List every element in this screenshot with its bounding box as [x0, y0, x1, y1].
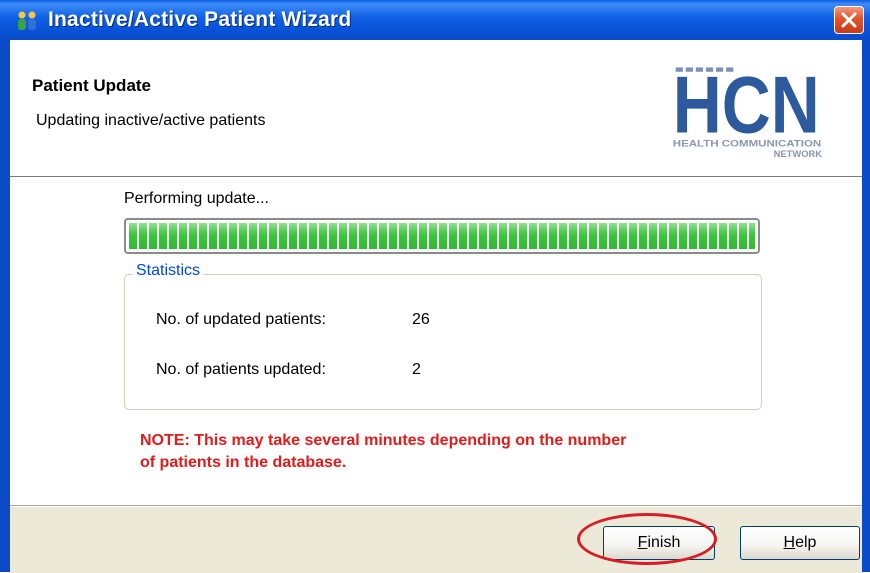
- window-border-left: [0, 40, 10, 572]
- logo-tagline-1: HEALTH COMMUNICATION: [673, 139, 822, 149]
- patients-icon: [14, 10, 40, 32]
- page-title: Patient Update: [32, 76, 152, 95]
- note-line-1: NOTE: This may take several minutes depe…: [140, 432, 627, 449]
- updated-patients-value: 26: [412, 311, 430, 328]
- close-button[interactable]: [834, 6, 864, 34]
- updated-patients-label: No. of updated patients:: [156, 311, 326, 328]
- finish-accelerator: F: [637, 534, 648, 551]
- window-border-right: [862, 40, 870, 572]
- title-bar[interactable]: Inactive/Active Patient Wizard: [0, 0, 870, 40]
- statistics-legend: Statistics: [133, 262, 204, 280]
- help-button[interactable]: Help: [740, 526, 860, 560]
- wizard-footer: [10, 506, 862, 573]
- statistics-group: [124, 274, 762, 410]
- warning-note: NOTE: This may take several minutes depe…: [140, 430, 760, 474]
- help-accelerator: H: [783, 534, 796, 551]
- hcn-logo: HCN HEALTH COMMUNICATION NETWORK: [673, 66, 823, 159]
- progress-label: Performing update...: [124, 190, 269, 207]
- patients-updated-value: 2: [412, 361, 421, 378]
- help-label: elp: [795, 534, 817, 551]
- progress-bar: [124, 218, 760, 254]
- logo-text: HCN: [673, 66, 820, 150]
- note-line-2: of patients in the database.: [140, 454, 347, 471]
- finish-button[interactable]: Finish: [603, 526, 715, 560]
- progress-fill: [129, 223, 755, 249]
- logo-tagline-2: NETWORK: [774, 149, 823, 159]
- finish-label: inish: [647, 534, 681, 551]
- patients-updated-label: No. of patients updated:: [156, 361, 326, 378]
- window-title: Inactive/Active Patient Wizard: [48, 8, 352, 31]
- page-subtitle: Updating inactive/active patients: [36, 112, 266, 129]
